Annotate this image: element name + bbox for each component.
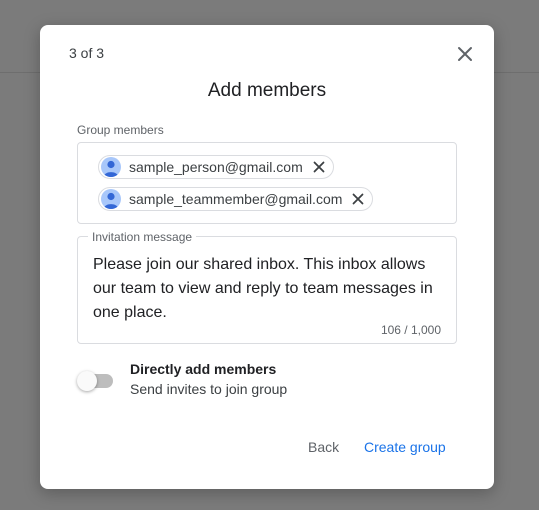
group-members-label: Group members: [77, 123, 164, 137]
remove-member-icon[interactable]: [311, 159, 327, 175]
group-members-field[interactable]: sample_person@gmail.com sample_teammembe…: [77, 142, 457, 224]
member-email: sample_teammember@gmail.com: [129, 191, 343, 207]
invitation-message-field[interactable]: Invitation message Please join our share…: [77, 230, 457, 344]
invitation-message-text[interactable]: Please join our shared inbox. This inbox…: [93, 253, 449, 325]
direct-add-title: Directly add members: [130, 361, 277, 377]
direct-add-subtitle: Send invites to join group: [130, 381, 288, 397]
character-count: 106 / 1,000: [380, 323, 441, 337]
create-group-button[interactable]: Create group: [358, 437, 452, 457]
add-members-dialog: 3 of 3 Add members Group members sample_…: [40, 25, 494, 489]
remove-member-icon[interactable]: [350, 191, 366, 207]
person-avatar-icon: [101, 189, 121, 209]
invitation-message-label: Invitation message: [88, 230, 197, 244]
back-button[interactable]: Back: [302, 437, 345, 457]
direct-add-toggle[interactable]: [77, 371, 115, 391]
person-avatar-icon: [101, 157, 121, 177]
dialog-title: Add members: [207, 80, 327, 101]
toggle-thumb: [77, 371, 97, 391]
member-chip: sample_person@gmail.com: [98, 155, 334, 179]
member-email: sample_person@gmail.com: [129, 159, 303, 175]
member-chip: sample_teammember@gmail.com: [98, 187, 374, 211]
step-indicator: 3 of 3: [69, 45, 105, 61]
close-icon[interactable]: [453, 42, 477, 66]
